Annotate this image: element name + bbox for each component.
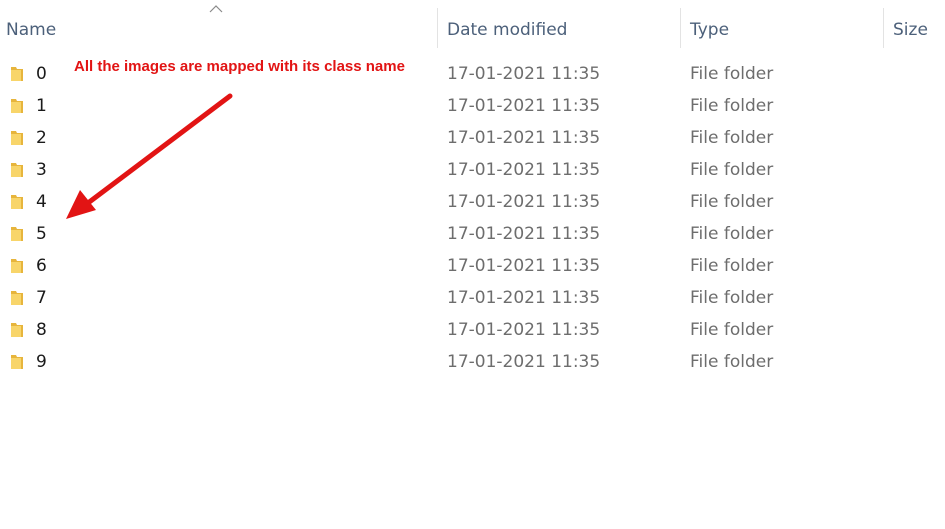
item-name: 2 [36,128,47,148]
item-date-modified: 17-01-2021 11:35 [447,96,601,116]
item-type: File folder [690,256,774,276]
list-item[interactable]: 1 17-01-2021 11:35 File folder [0,90,945,122]
item-name: 1 [36,96,47,116]
column-header-date-modified[interactable]: Date modified [447,18,567,42]
column-divider[interactable] [883,8,884,48]
item-type: File folder [690,288,774,308]
list-item[interactable]: 6 17-01-2021 11:35 File folder [0,250,945,282]
list-item[interactable]: 8 17-01-2021 11:35 File folder [0,314,945,346]
item-date-modified: 17-01-2021 11:35 [447,288,601,308]
item-date-modified: 17-01-2021 11:35 [447,256,601,276]
item-type: File folder [690,128,774,148]
list-item[interactable]: 3 17-01-2021 11:35 File folder [0,154,945,186]
item-date-modified: 17-01-2021 11:35 [447,224,601,244]
folder-icon [11,195,23,209]
list-item[interactable]: 2 17-01-2021 11:35 File folder [0,122,945,154]
folder-icon [11,131,23,145]
folder-icon [11,163,23,177]
item-type: File folder [690,160,774,180]
column-divider[interactable] [437,8,438,48]
annotation-label: All the images are mapped with its class… [74,58,405,75]
folder-icon [11,259,23,273]
item-name: 6 [36,256,47,276]
item-date-modified: 17-01-2021 11:35 [447,320,601,340]
item-type: File folder [690,64,774,84]
item-type: File folder [690,96,774,116]
folder-icon [11,323,23,337]
item-date-modified: 17-01-2021 11:35 [447,64,601,84]
item-name: 3 [36,160,47,180]
folder-icon [11,355,23,369]
column-header-size[interactable]: Size [893,18,928,42]
list-item[interactable]: 4 17-01-2021 11:35 File folder [0,186,945,218]
item-type: File folder [690,224,774,244]
folder-icon [11,291,23,305]
list-item[interactable]: 9 17-01-2021 11:35 File folder [0,346,945,378]
item-name: 8 [36,320,47,340]
list-item[interactable]: 7 17-01-2021 11:35 File folder [0,282,945,314]
caret-up-icon[interactable] [209,4,223,14]
folder-icon [11,227,23,241]
column-divider[interactable] [680,8,681,48]
list-item[interactable]: 5 17-01-2021 11:35 File folder [0,218,945,250]
file-list: 0 17-01-2021 11:35 File folder 1 17-01-2… [0,58,945,378]
item-type: File folder [690,352,774,372]
column-header-type[interactable]: Type [690,18,729,42]
item-date-modified: 17-01-2021 11:35 [447,352,601,372]
item-date-modified: 17-01-2021 11:35 [447,192,601,212]
folder-icon [11,67,23,81]
column-header-name[interactable]: Name [6,18,56,42]
item-name: 0 [36,64,47,84]
column-header-bar: Name Date modified Type Size [0,0,945,48]
item-name: 4 [36,192,47,212]
item-date-modified: 17-01-2021 11:35 [447,160,601,180]
item-date-modified: 17-01-2021 11:35 [447,128,601,148]
folder-icon [11,99,23,113]
item-name: 9 [36,352,47,372]
item-type: File folder [690,320,774,340]
item-name: 7 [36,288,47,308]
item-type: File folder [690,192,774,212]
item-name: 5 [36,224,47,244]
